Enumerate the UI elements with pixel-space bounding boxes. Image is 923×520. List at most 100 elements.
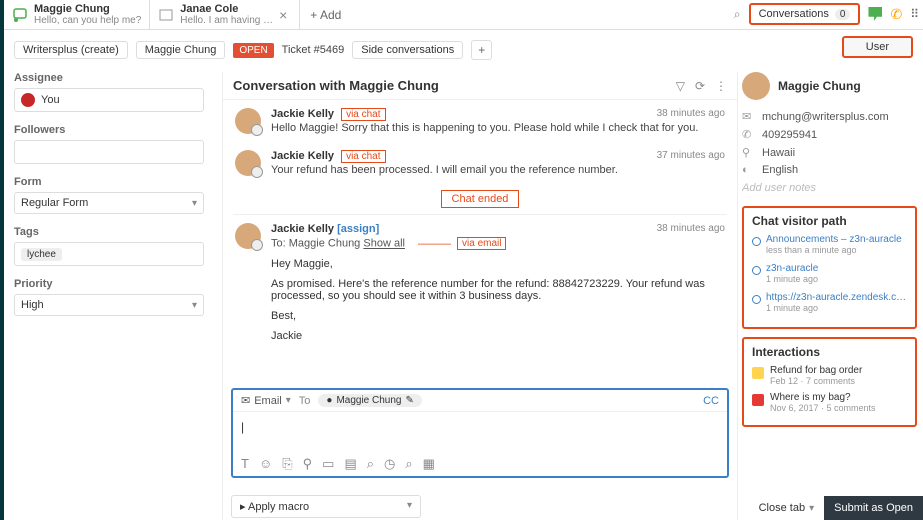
status-badge — [752, 367, 764, 379]
close-icon[interactable]: × — [275, 7, 291, 23]
conversations-label: Conversations — [759, 8, 829, 20]
message-author: Jackie Kelly [assign] — [271, 223, 379, 235]
tab-title: Janae Cole — [180, 3, 275, 15]
message-time: 38 minutes ago — [657, 108, 725, 120]
status-badge: OPEN — [233, 43, 273, 58]
assignee-field[interactable]: You — [14, 88, 204, 112]
search-icon[interactable]: ⌕ — [367, 456, 374, 472]
assign-link[interactable]: [assign] — [337, 223, 379, 235]
visitor-path-item[interactable]: https://z3n-auracle.zendesk.com/hc/ 1 mi… — [752, 292, 907, 313]
trash-icon[interactable]: ▦ — [423, 456, 435, 472]
user-panel-button[interactable]: User — [842, 36, 913, 58]
status-badge — [752, 394, 764, 406]
history-icon[interactable]: ⟳ — [695, 79, 705, 93]
user-phone: 409295941 — [762, 129, 817, 141]
breadcrumb-requester[interactable]: Maggie Chung — [136, 41, 226, 59]
language-icon: ◐ — [742, 164, 754, 176]
tab-subtitle: Hello. I am having an is... — [180, 15, 275, 26]
tab-subtitle: Hello, can you help me? — [34, 15, 141, 26]
search-icon[interactable]: ⌕ — [734, 7, 741, 22]
chat-icon[interactable] — [868, 7, 882, 21]
message: Jackie Kelly via chat 38 minutes ago Hel… — [223, 100, 737, 142]
conversations-count: 0 — [835, 9, 851, 20]
close-tab-button[interactable]: Close tab ▾ — [759, 502, 815, 514]
interaction-item[interactable]: Where is my bag?Nov 6, 2017 · 5 comments — [752, 392, 907, 413]
channel-select[interactable]: ✉ Email ▾ — [241, 394, 291, 407]
form-select[interactable]: Regular Form▾ — [14, 192, 204, 214]
avatar — [235, 223, 261, 249]
user-location: Hawaii — [762, 147, 795, 159]
avatar — [21, 93, 35, 107]
interaction-item[interactable]: Refund for bag orderFeb 12 · 7 comments — [752, 365, 907, 386]
conversations-button[interactable]: Conversations 0 — [749, 3, 861, 25]
chevron-down-icon: ▾ — [192, 198, 197, 209]
email-body: Hey Maggie, As promised. Here's the refe… — [271, 258, 725, 342]
recipient-pill[interactable]: ● Maggie Chung ✎ — [318, 394, 421, 407]
avatar — [235, 108, 261, 134]
add-side-conversation-button[interactable]: + — [471, 40, 492, 60]
user-context-panel: Maggie Chung ✉ mchung@writersplus.com ✆ 40… — [742, 72, 917, 520]
composer-toolbar: T ☺ ⎘ ⚲ ▭ ▤ ⌕ ◷ ⌕ ▦ — [233, 452, 727, 476]
message-text: Your refund has been processed. I will e… — [271, 164, 725, 176]
visitor-path-item[interactable]: z3n-auracle 1 minute ago — [752, 263, 907, 284]
zoom-icon[interactable]: ⌕ — [405, 456, 412, 472]
user-name: Maggie Chung — [778, 79, 861, 93]
phone-icon: ✆ — [742, 128, 754, 141]
ticket-properties-panel: Assignee You Followers Form Regular Form… — [14, 72, 204, 328]
followers-label: Followers — [14, 124, 204, 136]
email-message: Jackie Kelly [assign] 38 minutes ago To:… — [223, 215, 737, 358]
conversation-title: Conversation with Maggie Chung — [233, 78, 439, 93]
show-all-link[interactable]: Show all — [363, 238, 405, 250]
user-email: mchung@writersplus.com — [762, 111, 889, 123]
priority-label: Priority — [14, 278, 204, 290]
message-time: 37 minutes ago — [657, 150, 725, 162]
visitor-path-item[interactable]: Announcements – z3n-auracle less than a … — [752, 234, 907, 255]
priority-select[interactable]: High▾ — [14, 294, 204, 316]
clock-icon[interactable]: ◷ — [384, 456, 395, 472]
breadcrumb-org[interactable]: Writersplus (create) — [14, 41, 128, 59]
message-text: Hello Maggie! Sorry that this is happeni… — [271, 122, 725, 134]
email-icon: ✉ — [742, 110, 754, 123]
tab-1[interactable]: Maggie Chung Hello, can you help me? — [4, 0, 150, 29]
link-icon[interactable]: ⚲ — [303, 456, 313, 472]
reply-composer: ✉ Email ▾ To ● Maggie Chung ✎ CC | T ☺ ⎘… — [231, 388, 729, 478]
copy-icon[interactable]: ▭ — [322, 456, 334, 472]
via-email-badge: via email — [457, 237, 506, 250]
interactions-box: Interactions Refund for bag orderFeb 12 … — [742, 337, 917, 427]
breadcrumb: Writersplus (create) Maggie Chung OPEN T… — [14, 38, 923, 62]
followers-field[interactable] — [14, 140, 204, 164]
tag-pill: lychee — [21, 248, 62, 261]
tab-title: Maggie Chung — [34, 3, 141, 15]
cc-button[interactable]: CC — [703, 395, 719, 407]
email-to-line: To: Maggie Chung Show all ———via email — [271, 237, 725, 250]
more-icon[interactable]: ⋮ — [715, 79, 727, 93]
chat-ended-badge: Chat ended — [441, 190, 520, 208]
chat-bubble-icon — [12, 7, 28, 23]
page-icon[interactable]: ▤ — [344, 456, 356, 472]
visitor-path-box: Chat visitor path Announcements – z3n-au… — [742, 206, 917, 329]
tab-2[interactable]: Janae Cole Hello. I am having an is... × — [150, 0, 300, 29]
visitor-path-title: Chat visitor path — [752, 214, 907, 228]
submit-button[interactable]: Submit as Open — [824, 496, 923, 520]
via-chat-badge: via chat — [341, 150, 385, 163]
tags-field[interactable]: lychee — [14, 242, 204, 266]
attachment-icon[interactable]: ⎘ — [282, 456, 292, 472]
phone-icon[interactable]: ✆ — [890, 6, 902, 23]
interactions-title: Interactions — [752, 345, 907, 359]
side-conversations-button[interactable]: Side conversations — [352, 41, 463, 59]
message-author: Jackie Kelly via chat — [271, 150, 386, 162]
composer-textarea[interactable]: | — [233, 412, 727, 452]
user-language: English — [762, 164, 798, 176]
chevron-down-icon: ▾ — [192, 300, 197, 311]
emoji-icon[interactable]: ☺ — [259, 456, 272, 472]
user-notes-input[interactable]: Add user notes — [742, 182, 917, 194]
via-chat-badge: via chat — [341, 108, 385, 121]
avatar — [235, 150, 261, 176]
assignee-label: Assignee — [14, 72, 204, 84]
add-tab-button[interactable]: + Add — [300, 4, 351, 26]
message-author: Jackie Kelly via chat — [271, 108, 386, 120]
apply-macro-select[interactable]: ▸ Apply macro▾ — [231, 495, 421, 518]
text-format-icon[interactable]: T — [241, 456, 249, 472]
apps-icon[interactable]: ⠿ — [910, 7, 917, 21]
filter-icon[interactable]: ▽ — [676, 79, 685, 93]
